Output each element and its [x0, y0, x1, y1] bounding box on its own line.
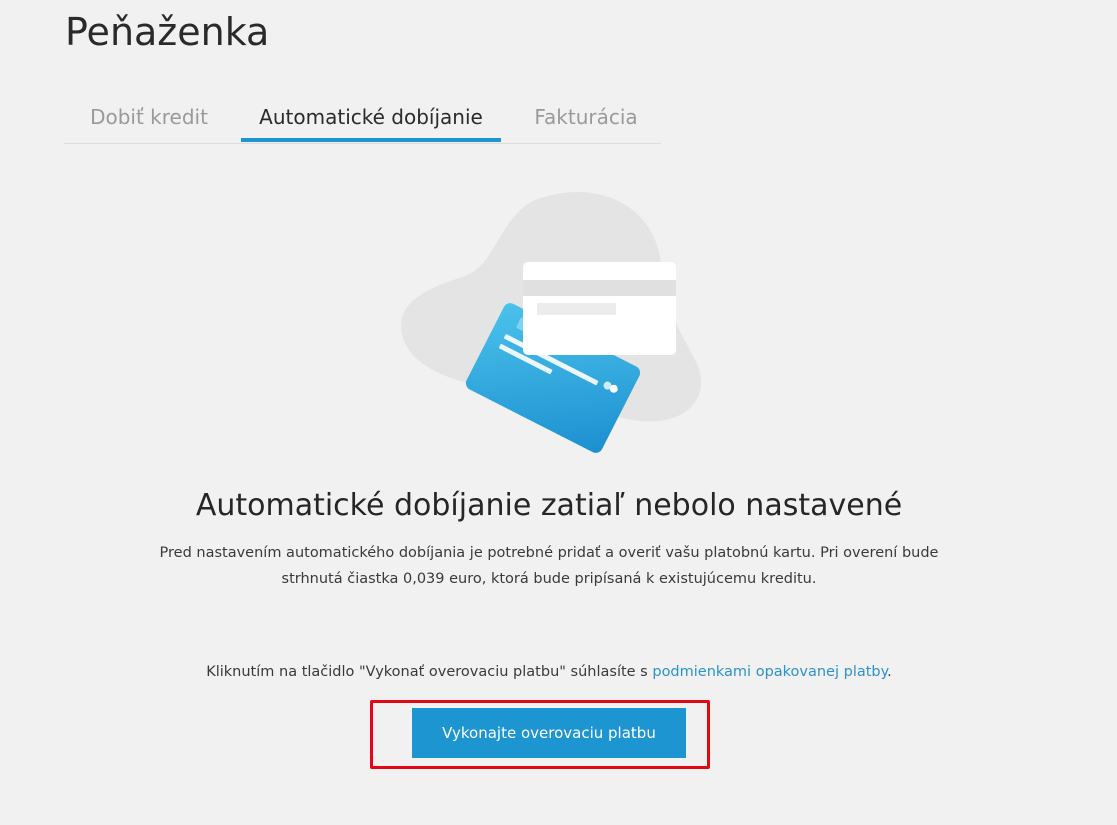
page-title: Peňaženka: [65, 10, 270, 54]
empty-state-title: Automatické dobíjanie zatiaľ nebolo nast…: [195, 488, 903, 523]
tab-automatic-top-up[interactable]: Automatické dobíjanie: [241, 96, 501, 142]
empty-state-description: Pred nastavením automatického dobíjania …: [159, 545, 939, 587]
tab-top-up-credit[interactable]: Dobiť kredit: [88, 96, 210, 142]
tab-bar: Dobiť kredit Automatické dobíjanie Faktu…: [64, 96, 661, 144]
verify-payment-button[interactable]: Vykonajte overovaciu platbu: [412, 708, 686, 758]
tab-invoicing[interactable]: Fakturácia: [534, 96, 638, 142]
consent-suffix: .: [887, 664, 892, 680]
credit-cards-icon: [395, 188, 705, 463]
consent-prefix: Kliknutím na tlačidlo "Vykonať overovaci…: [206, 664, 653, 680]
recurring-payment-terms-link[interactable]: podmienkami opakovanej platby: [652, 664, 887, 680]
consent-text: Kliknutím na tlačidlo "Vykonať overovaci…: [0, 664, 1098, 680]
